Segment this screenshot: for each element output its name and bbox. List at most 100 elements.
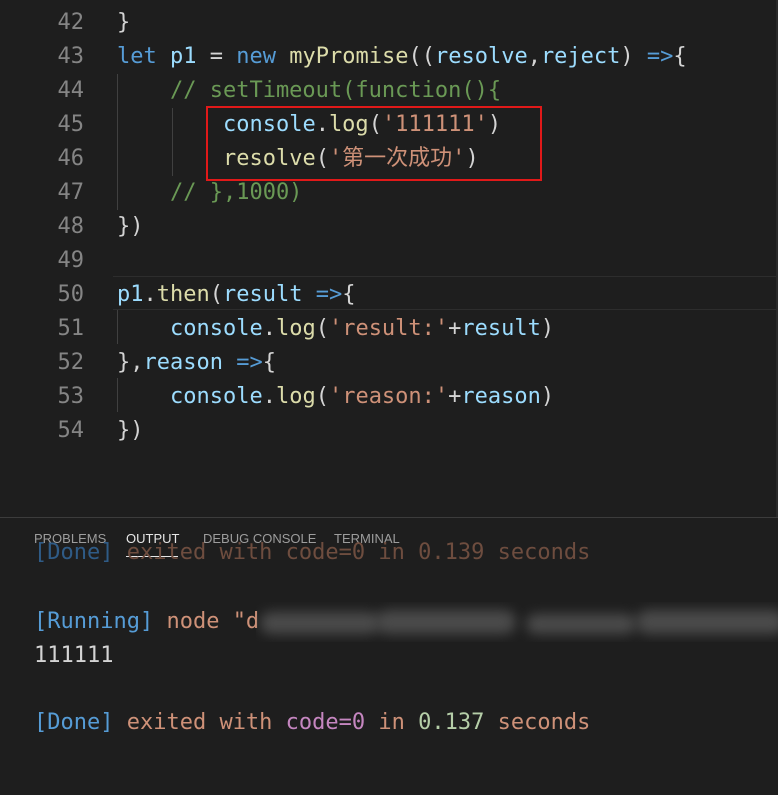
code-token: )	[540, 316, 555, 341]
code-token: // },1000)	[117, 180, 303, 205]
line-number: 51	[57, 316, 85, 341]
code-token: 'reason:'	[328, 384, 449, 409]
code-token: reason	[461, 384, 541, 409]
code-token: .	[262, 384, 276, 409]
code-token: console	[169, 384, 263, 409]
output-line-value: 111111	[34, 639, 113, 673]
code-text: // setTimeout(function(){	[117, 74, 501, 108]
code-token: result	[222, 282, 303, 307]
code-token: 'result:'	[328, 316, 449, 341]
indent-guide	[117, 310, 118, 344]
red-annotation-box	[206, 106, 542, 181]
code-line[interactable]: 52},reason =>{	[0, 346, 778, 380]
code-line[interactable]: 49	[0, 244, 778, 278]
line-number: 49	[57, 248, 85, 273]
code-token: .	[262, 316, 276, 341]
code-token: (	[209, 282, 223, 307]
line-number: 44	[57, 78, 85, 103]
code-token: log	[275, 384, 316, 409]
running-tag: [Running]	[34, 609, 154, 634]
code-token: .	[143, 282, 157, 307]
code-token: ,	[527, 44, 541, 69]
code-token: )	[540, 384, 555, 409]
code-token: {	[673, 44, 687, 69]
done-tag: [Done]	[34, 710, 114, 735]
code-token: then	[156, 282, 210, 307]
output-line-running: [Running] node "d	[34, 605, 259, 639]
line-number: 48	[57, 214, 85, 239]
code-token: {	[342, 282, 356, 307]
code-editor[interactable]: 42} 43 let p1 = new myPromise((resolve,rej…	[0, 0, 778, 517]
code-token: p1	[170, 44, 197, 69]
code-text: let p1 = new myPromise((resolve,reject) …	[117, 40, 687, 74]
done-code: code=0	[285, 710, 366, 735]
code-token: )	[620, 44, 647, 69]
code-token: reason	[143, 350, 223, 375]
code-line[interactable]: 54})	[0, 414, 778, 448]
code-token: ((	[408, 44, 435, 69]
code-text: console.log('reason:'+reason)	[117, 380, 554, 414]
code-token: resolve	[434, 44, 528, 69]
code-token: (	[315, 384, 329, 409]
done-tag-partial: [Done]	[34, 540, 114, 565]
code-token: +	[448, 384, 462, 409]
running-command: node "d	[153, 609, 260, 634]
code-token: =>	[315, 282, 343, 307]
code-line[interactable]: 50 p1.then(result =>{	[0, 278, 778, 312]
code-token: =>	[236, 350, 263, 375]
code-text: },reason =>{	[117, 346, 276, 380]
line-number: 52	[57, 350, 85, 375]
line-number: 47	[57, 180, 85, 205]
code-text: p1.then(result =>{	[117, 278, 355, 312]
code-token: myPromise	[289, 44, 409, 69]
line-number: 53	[57, 384, 85, 409]
line-number: 54	[57, 418, 85, 443]
code-token: {	[262, 350, 276, 375]
code-line[interactable]: 42}	[0, 6, 778, 40]
line-number: 46	[57, 146, 85, 171]
code-token: })	[117, 214, 144, 239]
code-token: =>	[646, 44, 674, 69]
code-text: }	[117, 6, 130, 40]
output-line-done: [Done] exited with code=0 in 0.137 secon…	[34, 706, 590, 740]
code-token: let	[117, 44, 157, 69]
line-number: 45	[57, 112, 85, 137]
code-token: new	[236, 44, 276, 69]
output-line-partial: [Done] exited with code=0 in 0.139 secon…	[34, 536, 590, 570]
code-token: log	[275, 316, 316, 341]
code-token: +	[448, 316, 462, 341]
code-token: result	[461, 316, 541, 341]
code-token: // setTimeout(function(){	[117, 78, 502, 103]
done-time: 0.137	[418, 710, 485, 735]
redacted-path-blur	[256, 602, 778, 642]
indent-guide	[172, 108, 173, 176]
code-line[interactable]: 43 let p1 = new myPromise((resolve,reject…	[0, 40, 778, 74]
code-line[interactable]: 48})	[0, 210, 778, 244]
output-value: 111111	[34, 643, 114, 668]
line-number: 50	[57, 282, 85, 307]
code-token: },	[117, 350, 144, 375]
code-text: // },1000)	[117, 176, 302, 210]
line-number: 43	[57, 44, 85, 69]
done-seconds-text: seconds	[484, 710, 591, 735]
indent-guide	[117, 378, 118, 412]
done-exited-text: exited with	[113, 710, 286, 735]
indent-guide	[117, 74, 118, 210]
bottom-panel: PROBLEMS OUTPUT DEBUG CONSOLE TERMINAL […	[0, 517, 778, 795]
done-text-partial: exited with code=0 in 0.139 seconds	[113, 540, 591, 565]
code-token: }	[117, 10, 131, 35]
done-in-text: in	[365, 710, 419, 735]
line-number: 42	[57, 10, 85, 35]
code-token: =	[196, 44, 237, 69]
code-token: reject	[540, 44, 621, 69]
code-token: (	[315, 316, 329, 341]
code-text: console.log('result:'+result)	[117, 312, 554, 346]
code-text: })	[117, 210, 144, 244]
code-token: p1	[117, 282, 144, 307]
code-token: console	[169, 316, 263, 341]
